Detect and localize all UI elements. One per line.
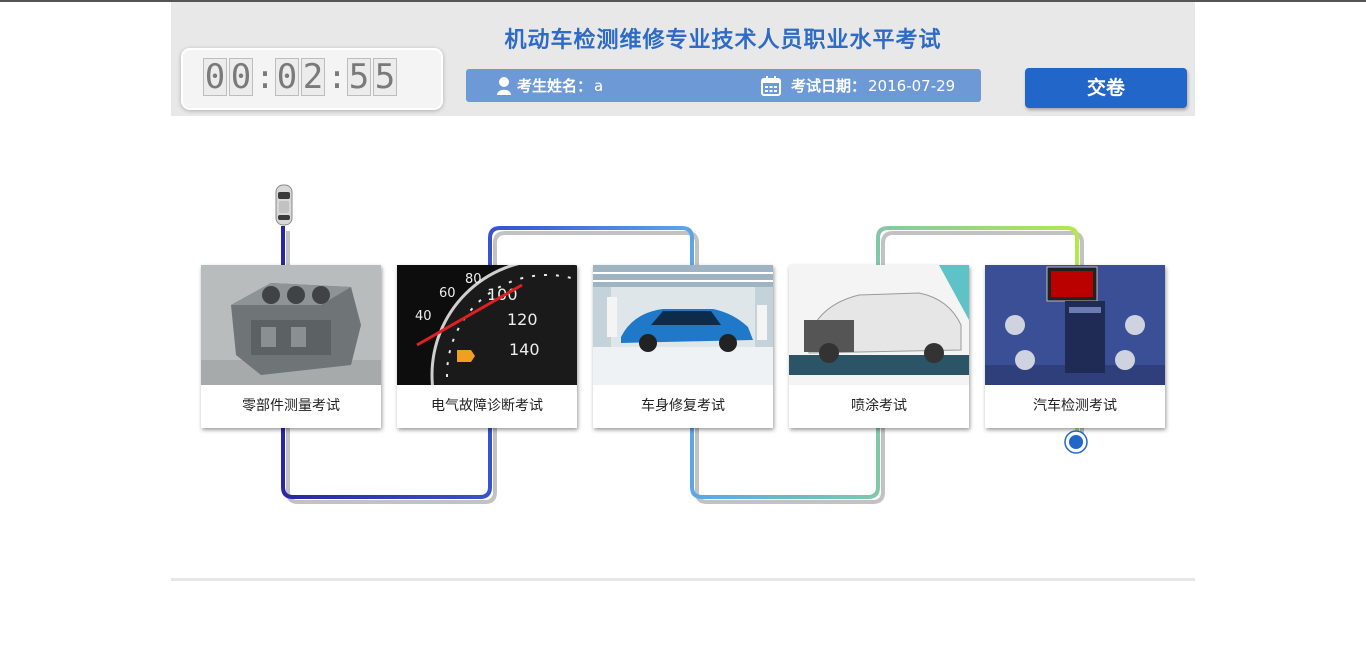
stage-label: 喷涂考试 (851, 398, 907, 414)
stage-card-body-repair[interactable]: 车身修复考试 (593, 265, 773, 428)
stage-label: 汽车检测考试 (1033, 398, 1117, 414)
car-icon (275, 184, 293, 226)
footer-divider (171, 578, 1195, 581)
svg-text:80: 80 (465, 272, 482, 287)
svg-text:120: 120 (507, 310, 538, 329)
speedometer-image: 40 60 80 100 120 140 (397, 265, 577, 385)
stage-card-painting[interactable]: 喷涂考试 (789, 265, 969, 428)
engine-block-image (201, 265, 381, 385)
stage-label: 电气故障诊断考试 (431, 398, 543, 414)
wheel-aligner-image (985, 265, 1165, 385)
svg-text:60: 60 (439, 286, 456, 301)
stage-card-parts-measurement[interactable]: 零部件测量考试 (201, 265, 381, 428)
radio-selected-icon (1064, 430, 1088, 454)
svg-text:40: 40 (415, 309, 432, 324)
stage-label: 零部件测量考试 (242, 398, 340, 414)
svg-text:140: 140 (509, 340, 540, 359)
damaged-car-image (789, 265, 969, 385)
stage-card-electrical-diagnosis[interactable]: 40 60 80 100 120 140 电气故障诊断考试 (397, 265, 577, 428)
stage-label: 车身修复考试 (641, 398, 725, 414)
stage-card-vehicle-inspection[interactable]: 汽车检测考试 (985, 265, 1165, 428)
blue-car-image (593, 265, 773, 385)
